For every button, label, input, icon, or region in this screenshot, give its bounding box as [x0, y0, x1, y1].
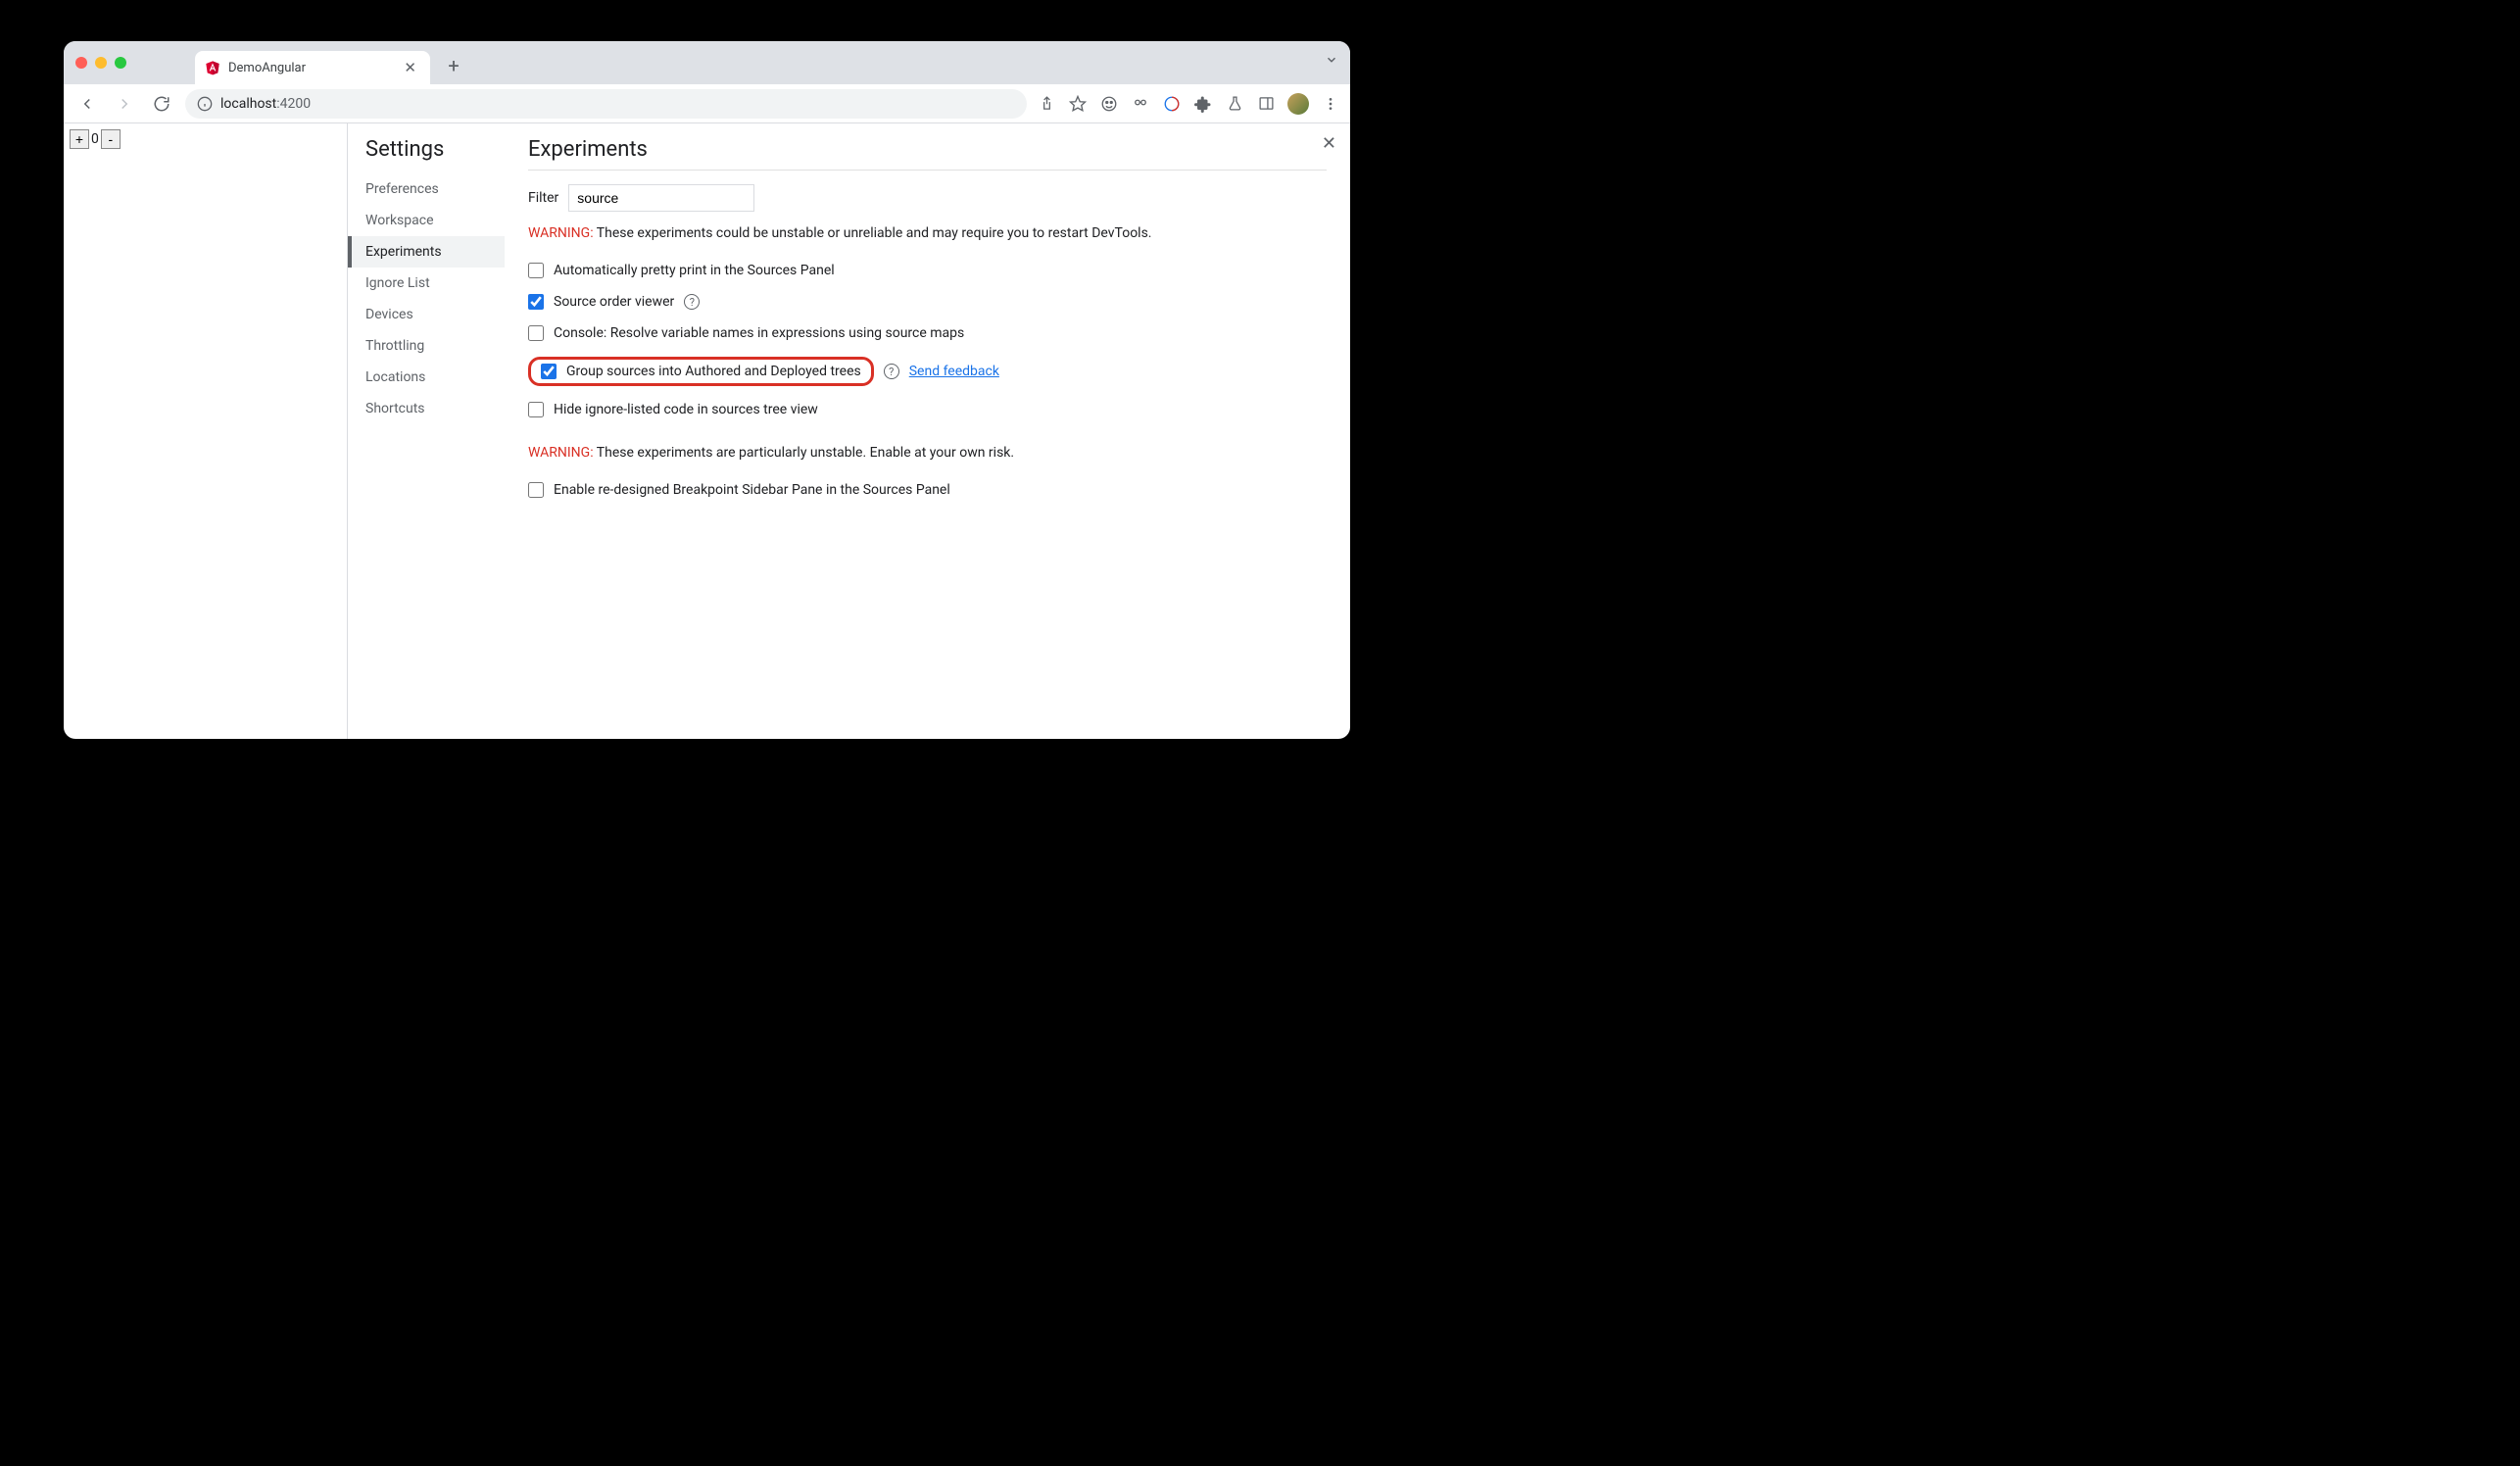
extensions-puzzle-icon[interactable] [1193, 94, 1213, 114]
experiment-label: Console: Resolve variable names in expre… [554, 325, 964, 341]
warning-1: WARNING: These experiments could be unst… [528, 225, 1327, 241]
filter-row: Filter [528, 184, 1327, 212]
experiment-label: Hide ignore-listed code in sources tree … [554, 402, 818, 417]
help-icon[interactable]: ? [684, 294, 700, 310]
filter-input[interactable] [568, 184, 754, 212]
settings-heading: Settings [365, 137, 505, 162]
forward-button[interactable] [111, 90, 138, 118]
experiments-heading: Experiments [528, 137, 1327, 162]
checkbox-breakpoint-sidebar[interactable] [528, 482, 544, 498]
settings-sidebar: Settings Preferences Workspace Experimen… [348, 123, 505, 739]
browser-tab[interactable]: DemoAngular ✕ [195, 51, 430, 84]
decrement-button[interactable]: - [101, 129, 121, 149]
url-text: localhost:4200 [220, 96, 311, 112]
browser-toolbar: localhost:4200 [64, 84, 1350, 123]
window-controls [75, 57, 126, 69]
checkbox-hide-ignored[interactable] [528, 402, 544, 417]
checkbox-source-order[interactable] [528, 294, 544, 310]
sidebar-item-preferences[interactable]: Preferences [365, 173, 505, 205]
sidebar-item-experiments[interactable]: Experiments [348, 236, 505, 268]
checkbox-pretty-print[interactable] [528, 263, 544, 278]
back-button[interactable] [73, 90, 101, 118]
counter-value: 0 [89, 131, 101, 147]
extension-icon-1[interactable] [1099, 94, 1119, 114]
sidebar-item-workspace[interactable]: Workspace [365, 205, 505, 236]
tab-strip: DemoAngular ✕ + [64, 41, 1350, 84]
counter-widget: + 0 - [70, 129, 341, 149]
sidebar-item-throttling[interactable]: Throttling [365, 330, 505, 362]
devtools-settings: ✕ Settings Preferences Workspace Experim… [348, 123, 1350, 739]
sidebar-item-devices[interactable]: Devices [365, 299, 505, 330]
experiment-label: Automatically pretty print in the Source… [554, 263, 835, 278]
site-info-icon[interactable] [197, 96, 213, 112]
window-maximize-button[interactable] [115, 57, 126, 69]
settings-main-panel: Experiments Filter WARNING: These experi… [505, 123, 1350, 739]
experiment-breakpoint-sidebar: Enable re-designed Breakpoint Sidebar Pa… [528, 474, 1327, 506]
sidebar-item-ignore-list[interactable]: Ignore List [365, 268, 505, 299]
extension-icon-2[interactable] [1131, 94, 1150, 114]
toolbar-actions [1037, 93, 1340, 115]
kebab-menu-icon[interactable] [1321, 94, 1340, 114]
window-close-button[interactable] [75, 57, 87, 69]
close-settings-button[interactable]: ✕ [1322, 133, 1336, 154]
angular-icon [205, 60, 220, 75]
content-area: + 0 - ✕ Settings Preferences Workspace E… [64, 123, 1350, 739]
checkbox-resolve-names[interactable] [528, 325, 544, 341]
window-minimize-button[interactable] [95, 57, 107, 69]
new-tab-button[interactable]: + [440, 52, 467, 79]
increment-button[interactable]: + [70, 129, 89, 149]
sidebar-item-shortcuts[interactable]: Shortcuts [365, 393, 505, 424]
experiment-group-sources: Group sources into Authored and Deployed… [528, 349, 1327, 394]
experiment-source-order: Source order viewer ? [528, 286, 1327, 318]
experiment-label: Enable re-designed Breakpoint Sidebar Pa… [554, 482, 950, 498]
send-feedback-link[interactable]: Send feedback [909, 364, 999, 379]
tabstrip-chevron-icon[interactable] [1325, 53, 1338, 67]
share-icon[interactable] [1037, 94, 1056, 114]
extension-icon-3[interactable] [1162, 94, 1182, 114]
profile-avatar[interactable] [1287, 93, 1309, 115]
experiment-label: Source order viewer [554, 294, 674, 310]
highlighted-experiment: Group sources into Authored and Deployed… [528, 357, 874, 386]
address-bar[interactable]: localhost:4200 [185, 89, 1027, 119]
filter-label: Filter [528, 190, 558, 206]
experiment-hide-ignored: Hide ignore-listed code in sources tree … [528, 394, 1327, 425]
checkbox-group-sources[interactable] [541, 364, 557, 379]
experiment-pretty-print: Automatically pretty print in the Source… [528, 255, 1327, 286]
labs-flask-icon[interactable] [1225, 94, 1244, 114]
sidepanel-icon[interactable] [1256, 94, 1276, 114]
close-tab-button[interactable]: ✕ [400, 57, 420, 78]
tab-title: DemoAngular [228, 61, 392, 75]
sidebar-item-locations[interactable]: Locations [365, 362, 505, 393]
bookmark-star-icon[interactable] [1068, 94, 1088, 114]
divider [528, 170, 1327, 171]
reload-button[interactable] [148, 90, 175, 118]
help-icon[interactable]: ? [884, 364, 899, 379]
warning-2: WARNING: These experiments are particula… [528, 445, 1327, 461]
experiment-label: Group sources into Authored and Deployed… [566, 364, 861, 379]
app-viewport: + 0 - [64, 123, 348, 739]
experiment-resolve-names: Console: Resolve variable names in expre… [528, 318, 1327, 349]
browser-window: DemoAngular ✕ + localhost:4200 [64, 41, 1350, 739]
